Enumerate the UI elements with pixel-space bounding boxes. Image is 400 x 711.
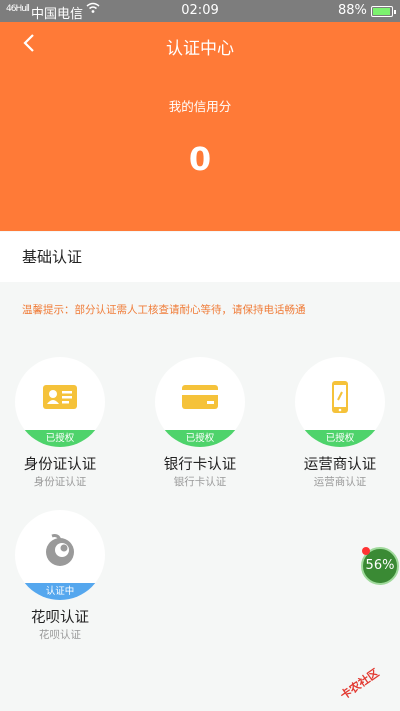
phone-icon — [332, 381, 348, 413]
section-title: 基础认证 — [0, 232, 400, 282]
huabei-icon — [46, 534, 74, 566]
notification-dot — [362, 547, 370, 555]
bank-card-icon — [182, 385, 218, 409]
status-bar: 46Hull 中国电信 02:09 88% — [0, 0, 400, 22]
card-label: 花呗认证 — [31, 610, 89, 626]
card-icon-circle: 已授权 — [295, 357, 385, 447]
id-card-icon — [43, 385, 77, 409]
card-sublabel: 银行卡认证 — [173, 476, 227, 488]
card-label: 银行卡认证 — [163, 457, 237, 473]
tip-text: 温馨提示：部分认证需人工核查请耐心等待，请保持电话畅通 — [22, 304, 306, 316]
card-sublabel: 身份证认证 — [33, 476, 87, 488]
status-badge: 认证中 — [15, 583, 105, 600]
card-sublabel: 运营商认证 — [313, 476, 367, 488]
card-icon-circle: 认证中 — [15, 510, 105, 600]
battery-percent: 88% — [338, 3, 367, 18]
status-badge: 已授权 — [155, 430, 245, 447]
card-icon-circle: 已授权 — [15, 357, 105, 447]
watermark-logo: 卡农社区 — [337, 666, 382, 703]
credit-score-label: 我的信用分 — [168, 99, 232, 114]
carrier-auth-card[interactable]: 已授权 运营商认证 运营商认证 — [275, 357, 400, 497]
card-sublabel: 花呗认证 — [39, 629, 81, 641]
status-badge: 已授权 — [295, 430, 385, 447]
status-badge: 已授权 — [15, 430, 105, 447]
page-title: 认证中心 — [166, 39, 234, 59]
floating-ball-value: 56% — [365, 558, 395, 573]
id-card-auth-card[interactable]: 已授权 身份证认证 身份证认证 — [0, 357, 125, 497]
bank-card-auth-card[interactable]: 已授权 银行卡认证 银行卡认证 — [135, 357, 265, 497]
card-label: 身份证认证 — [23, 457, 97, 473]
card-label: 运营商认证 — [303, 457, 377, 473]
credit-score-value: 0 — [188, 140, 212, 178]
card-icon-circle: 已授权 — [155, 357, 245, 447]
floating-ball-widget[interactable]: 56% — [361, 547, 399, 585]
huabei-auth-card[interactable]: 认证中 花呗认证 花呗认证 — [0, 510, 125, 650]
header: 认证中心 我的信用分 0 — [0, 22, 400, 231]
battery-icon — [371, 6, 396, 17]
